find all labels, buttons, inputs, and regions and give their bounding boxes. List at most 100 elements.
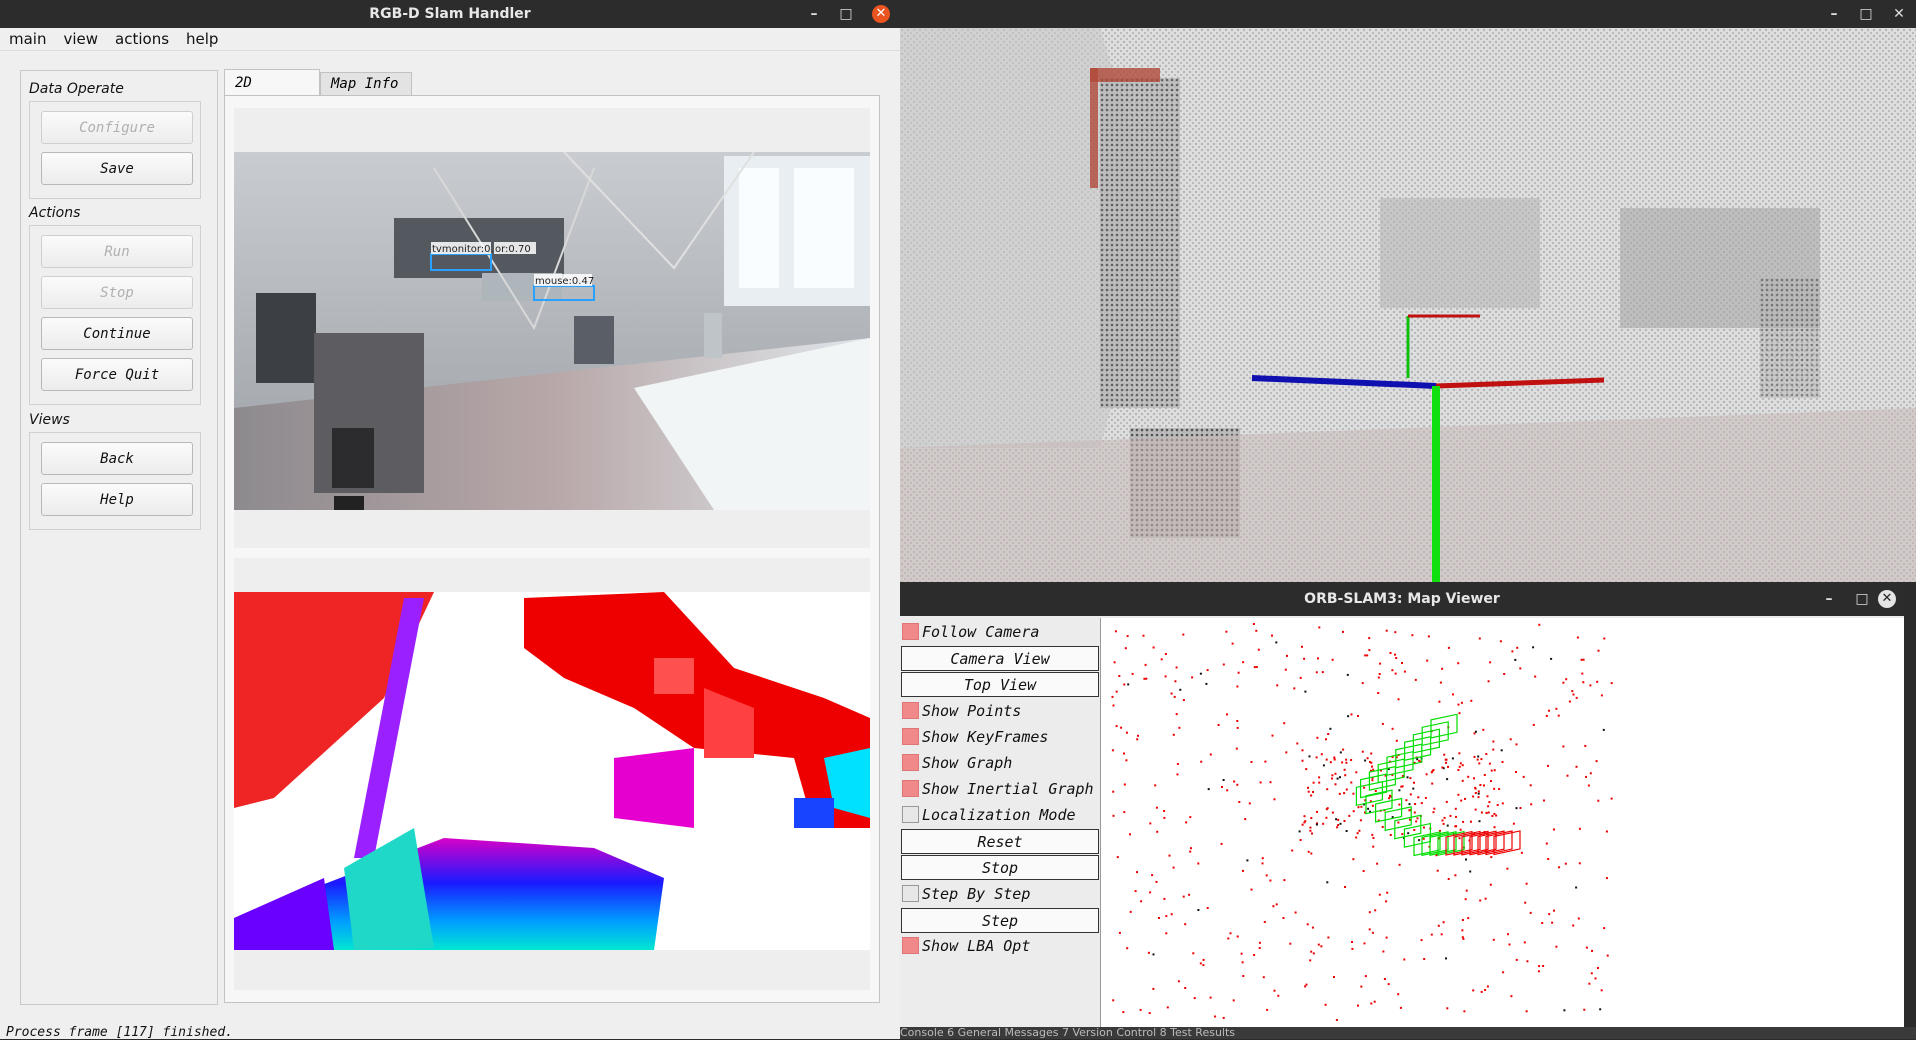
help-button[interactable]: Help bbox=[41, 483, 193, 516]
force-quit-button[interactable]: Force Quit bbox=[41, 358, 193, 391]
localization-mode-checkbox[interactable] bbox=[902, 806, 919, 823]
cloud-minimize-icon[interactable]: – bbox=[1820, 0, 1848, 28]
map-point bbox=[1589, 772, 1592, 775]
map-point bbox=[1477, 790, 1480, 793]
map-point bbox=[1342, 748, 1345, 751]
step-by-step-label: Step By Step bbox=[922, 885, 1031, 903]
control-show-graph[interactable]: Show Graph bbox=[900, 749, 1100, 777]
control-show-keyframes[interactable]: Show KeyFrames bbox=[900, 723, 1100, 751]
map-point bbox=[1164, 675, 1167, 678]
top-view-button[interactable]: Top View bbox=[901, 672, 1099, 697]
map-point bbox=[1594, 977, 1597, 980]
map-point bbox=[1445, 800, 1448, 803]
map-point bbox=[1403, 958, 1406, 961]
map-point bbox=[1372, 837, 1375, 839]
menu-view[interactable]: view bbox=[54, 28, 106, 50]
map-point bbox=[1222, 1016, 1225, 1019]
control-step-by-step[interactable]: Step By Step bbox=[900, 880, 1100, 908]
map-point bbox=[1564, 862, 1567, 865]
show-lba-opt-checkbox[interactable] bbox=[902, 937, 919, 954]
continue-button[interactable]: Continue bbox=[41, 317, 193, 350]
show-graph-checkbox[interactable] bbox=[902, 754, 919, 771]
cloud-maximize-icon[interactable]: □ bbox=[1852, 0, 1880, 28]
map-point bbox=[1275, 903, 1278, 906]
map-point bbox=[1298, 830, 1301, 833]
menu-main[interactable]: main bbox=[0, 28, 54, 50]
menu-help[interactable]: help bbox=[177, 28, 226, 50]
show-inertial-graph-checkbox[interactable] bbox=[902, 780, 919, 797]
map-point bbox=[1303, 657, 1306, 660]
map-point bbox=[1547, 858, 1550, 860]
map-point bbox=[1577, 917, 1580, 920]
tab-map-info[interactable]: Map Info bbox=[320, 72, 412, 95]
reset-button[interactable]: Reset bbox=[901, 829, 1099, 854]
menu-actions[interactable]: actions bbox=[106, 28, 177, 50]
map-point bbox=[1152, 646, 1155, 649]
minimize-icon[interactable]: – bbox=[800, 0, 828, 28]
map-point bbox=[1446, 824, 1449, 827]
map-point bbox=[1326, 788, 1329, 791]
control-show-inertial-graph[interactable]: Show Inertial Graph bbox=[900, 775, 1100, 803]
map-point bbox=[1262, 976, 1265, 979]
control-show-points[interactable]: Show Points bbox=[900, 697, 1100, 725]
map-point bbox=[1588, 982, 1591, 985]
save-button[interactable]: Save bbox=[41, 152, 193, 185]
maximize-icon[interactable]: □ bbox=[832, 0, 860, 28]
map-point bbox=[1460, 701, 1463, 704]
control-follow-camera[interactable]: Follow Camera bbox=[900, 618, 1100, 646]
control-step: Step bbox=[900, 906, 1100, 934]
stop-button[interactable]: Stop bbox=[41, 276, 193, 309]
map-stop-button[interactable]: Stop bbox=[901, 855, 1099, 880]
map-point bbox=[1123, 783, 1126, 786]
map-point bbox=[1214, 1015, 1217, 1018]
map-close-icon[interactable]: ✕ bbox=[1878, 590, 1896, 608]
map-minimize-icon[interactable]: – bbox=[1815, 585, 1843, 613]
map-maximize-icon[interactable]: □ bbox=[1848, 585, 1876, 613]
map-point bbox=[1581, 672, 1584, 675]
map-point bbox=[1236, 935, 1239, 938]
back-button[interactable]: Back bbox=[41, 442, 193, 475]
map-point bbox=[1398, 803, 1401, 806]
control-show-lba-opt[interactable]: Show LBA Opt bbox=[900, 932, 1100, 960]
run-button[interactable]: Run bbox=[41, 235, 193, 268]
group-views: Back Help bbox=[29, 432, 201, 530]
tab-2d-visual[interactable]: 2D Visual bbox=[224, 69, 320, 117]
map-point bbox=[1255, 666, 1258, 668]
map-point bbox=[1524, 901, 1527, 904]
show-keyframes-checkbox[interactable] bbox=[902, 728, 919, 745]
map-point bbox=[1377, 676, 1380, 679]
group-label-views: Views bbox=[29, 412, 70, 428]
control-localization-mode[interactable]: Localization Mode bbox=[900, 801, 1100, 829]
map-point bbox=[1364, 654, 1367, 657]
show-graph-label: Show Graph bbox=[922, 754, 1013, 772]
map-point bbox=[1530, 803, 1533, 806]
map-point bbox=[1485, 812, 1488, 814]
map-point bbox=[1443, 816, 1446, 819]
map-point bbox=[1511, 650, 1514, 653]
map-point bbox=[1129, 910, 1132, 913]
configure-button[interactable]: Configure bbox=[41, 111, 193, 144]
cloud-close-icon[interactable]: ✕ bbox=[1885, 0, 1913, 28]
map-point bbox=[1175, 666, 1178, 669]
close-icon[interactable]: ✕ bbox=[872, 5, 890, 23]
map-point bbox=[1563, 1009, 1566, 1012]
map-point bbox=[1299, 839, 1302, 841]
map-point bbox=[1185, 821, 1188, 824]
map-canvas[interactable] bbox=[1101, 618, 1904, 1039]
map-point bbox=[1309, 829, 1312, 832]
map-point bbox=[1347, 715, 1350, 718]
map-point bbox=[1487, 805, 1490, 808]
step-by-step-checkbox[interactable] bbox=[902, 885, 919, 902]
step-button[interactable]: Step bbox=[901, 908, 1099, 933]
camera-view-button[interactable]: Camera View bbox=[901, 646, 1099, 671]
follow-camera-checkbox[interactable] bbox=[902, 623, 919, 640]
map-point bbox=[1143, 677, 1146, 680]
map-point bbox=[1275, 641, 1278, 644]
map-point bbox=[1225, 630, 1228, 633]
map-point bbox=[1310, 817, 1313, 819]
map-point bbox=[1301, 759, 1304, 762]
show-points-checkbox[interactable] bbox=[902, 702, 919, 719]
window-title: RGB-D Slam Handler bbox=[369, 6, 531, 22]
map-point bbox=[1433, 807, 1436, 810]
slam-handler-window: RGB-D Slam Handler – □ ✕ main view actions… bbox=[0, 0, 900, 1040]
